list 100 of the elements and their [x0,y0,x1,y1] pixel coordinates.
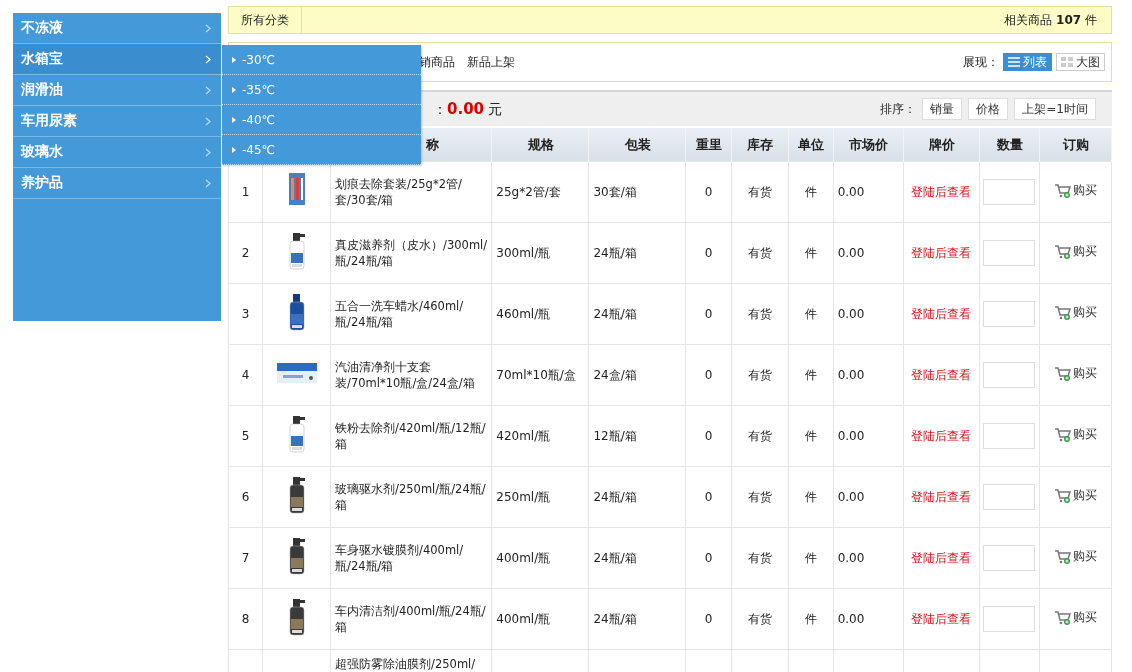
cart-icon [1053,244,1072,259]
package-text: 24盒/箱 [593,368,637,382]
row-number: 7 [241,551,250,565]
market-price: 0.00 [837,551,865,565]
chevron-icon [205,23,211,33]
chevron-icon [205,147,211,157]
buy-button[interactable]: 购买 [1053,304,1097,321]
weight-text: 0 [704,429,713,443]
column-header: 牌价 [928,136,955,152]
buy-button[interactable]: 购买 [1053,548,1097,565]
column-header: 订购 [1062,136,1089,152]
quantity-field[interactable] [983,545,1036,571]
list-icon [1008,57,1020,67]
unit-text: 件 [804,612,817,626]
triangle-icon [232,56,236,63]
chevron-icon [205,116,211,126]
sort-label: 排序： [880,101,917,116]
sort-button[interactable]: 销量 [922,98,963,120]
cart-icon [1053,488,1072,503]
spec-text: 420ml/瓶 [496,429,551,443]
row-number: 1 [241,185,250,199]
view-label: 展现： [963,53,999,71]
unit-text: 件 [804,490,817,504]
buy-button[interactable]: 购买 [1053,426,1097,443]
market-price: 0.00 [837,612,865,626]
package-text: 24瓶/箱 [593,612,637,626]
package-text: 24瓶/箱 [593,551,637,565]
row-number: 2 [241,246,250,260]
quantity-field[interactable] [983,606,1036,632]
cart-icon [1053,183,1072,198]
triangle-icon [232,116,236,123]
package-text: 24瓶/箱 [593,307,637,321]
login-price-link[interactable]: 登陆后查看 [911,185,972,199]
quantity-field[interactable] [983,179,1036,205]
spec-text: 400ml/瓶 [496,551,551,565]
package-text: 24瓶/箱 [593,490,637,504]
chevron-icon [205,178,211,188]
login-price-link[interactable]: 登陆后查看 [911,429,972,443]
quantity-field[interactable] [983,484,1036,510]
category-item[interactable]: 水箱宝 [13,44,221,75]
login-price-link[interactable]: 登陆后查看 [911,368,972,382]
column-header: 规格 [527,136,554,152]
row-number: 5 [241,429,250,443]
spec-text: 300ml/瓶 [496,246,551,260]
result-count: 相关商品 107 件 [1004,11,1097,29]
sort-button[interactable]: 上架=1时间 [1014,98,1096,120]
quantity-field[interactable] [983,240,1036,266]
buy-button[interactable]: 购买 [1053,182,1097,199]
buy-button[interactable]: 购买 [1053,487,1097,504]
stock-text: 有货 [747,185,772,199]
weight-text: 0 [704,307,713,321]
buy-button[interactable]: 购买 [1053,243,1097,260]
weight-text: 0 [704,490,713,504]
row-number: 4 [241,368,250,382]
quantity-field[interactable] [983,423,1036,449]
login-price-link[interactable]: 登陆后查看 [911,551,972,565]
cart-total: ：0.00 元 [433,99,503,119]
package-text: 24瓶/箱 [593,246,637,260]
quantity-field[interactable] [983,301,1036,327]
breadcrumb-link[interactable]: 所有分类 [241,11,289,29]
stock-text: 有货 [747,307,772,321]
column-header: 数量 [996,136,1023,152]
quantity-field[interactable] [983,362,1036,388]
buy-button[interactable]: 购买 [1053,609,1097,626]
weight-text: 0 [704,368,713,382]
weight-text: 0 [704,612,713,626]
triangle-icon [232,146,236,153]
column-header: 单位 [798,136,825,152]
stock-text: 有货 [747,368,772,382]
market-price: 0.00 [837,185,865,199]
buy-button[interactable]: 购买 [1053,365,1097,382]
login-price-link[interactable]: 登陆后查看 [911,490,972,504]
spec-text: 250ml/瓶 [496,490,551,504]
view-toggle[interactable]: 大图 [1056,53,1105,71]
market-price: 0.00 [837,307,865,321]
unit-text: 件 [804,551,817,565]
market-price: 0.00 [837,429,865,443]
column-header: 称 [426,136,440,152]
sort-button[interactable]: 价格 [968,98,1009,120]
column-header: 重里 [696,136,722,152]
unit-text: 件 [804,368,817,382]
login-price-link[interactable]: 登陆后查看 [911,612,972,626]
login-price-link[interactable]: 登陆后查看 [911,307,972,321]
login-price-link[interactable]: 登陆后查看 [911,246,972,260]
market-price: 0.00 [837,246,865,260]
cart-icon [1053,427,1072,442]
market-price: 0.00 [837,490,865,504]
unit-text: 件 [804,246,817,260]
cart-icon [1053,305,1072,320]
stock-text: 有货 [747,429,772,443]
stock-text: 有货 [747,551,772,565]
row-number: 3 [241,307,250,321]
spec-text: 70ml*10瓶/盒 [496,368,576,382]
column-header: 市场价 [849,136,889,152]
filter-link[interactable]: 新品上架 [467,54,515,69]
unit-text: 件 [804,307,817,321]
spec-text: 400ml/瓶 [496,612,551,626]
cart-icon [1053,366,1072,381]
chevron-icon [205,85,211,95]
cart-icon [1053,549,1072,564]
